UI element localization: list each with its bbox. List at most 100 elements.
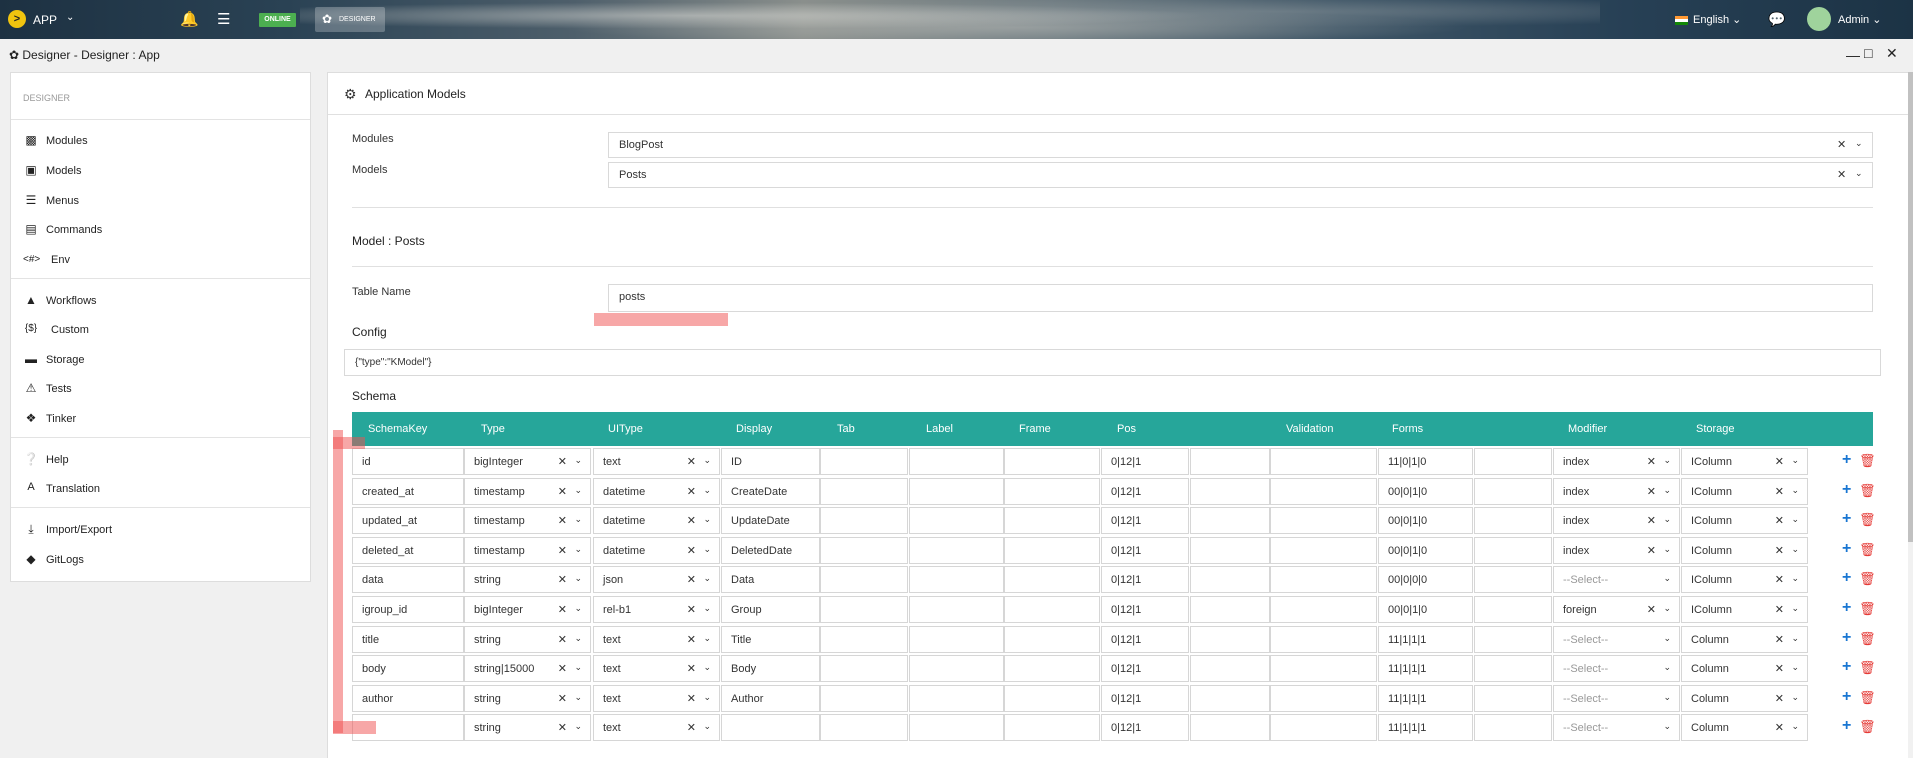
clear-icon[interactable]: ✕ <box>1775 544 1784 557</box>
schema-storage-select[interactable]: Column ✕ ⌄ <box>1681 625 1808 653</box>
chevron-down-icon[interactable]: ⌄ <box>574 514 582 525</box>
schema-key-input[interactable]: created_at <box>352 477 464 505</box>
schema-tab-input[interactable] <box>820 684 908 712</box>
sidebar-item-workflows[interactable]: ▲ Workflows <box>11 289 310 313</box>
schema-tab-input[interactable] <box>820 566 908 594</box>
add-row-icon[interactable]: + <box>1842 717 1851 735</box>
schema-forms2-input[interactable] <box>1474 625 1552 653</box>
list-icon[interactable]: ☰ <box>217 10 230 28</box>
schema-storage-select[interactable]: IColumn ✕ ⌄ <box>1681 596 1808 623</box>
clear-icon[interactable]: ✕ <box>687 603 696 616</box>
schema-display-input[interactable]: DeletedDate <box>721 536 820 564</box>
schema-pos2-input[interactable] <box>1190 507 1270 535</box>
schema-uitype-select[interactable]: json ✕ ⌄ <box>593 566 720 594</box>
clear-icon[interactable]: ✕ <box>1775 721 1784 734</box>
schema-tab-input[interactable] <box>820 477 908 505</box>
trash-icon[interactable]: 🗑 <box>1859 631 1876 647</box>
schema-key-input[interactable]: data <box>352 566 464 594</box>
schema-storage-select[interactable]: IColumn ✕ ⌄ <box>1681 566 1808 594</box>
models-select[interactable]: Posts ✕ ⌄ <box>608 162 1873 188</box>
schema-type-select[interactable]: string ✕ ⌄ <box>464 714 591 742</box>
sidebar-item-tinker[interactable]: ❖ Tinker <box>11 407 310 431</box>
clear-icon[interactable]: ✕ <box>687 455 696 468</box>
schema-forms2-input[interactable] <box>1474 566 1552 594</box>
schema-validation-input[interactable] <box>1270 596 1377 623</box>
schema-display-input[interactable]: Data <box>721 566 820 594</box>
schema-forms2-input[interactable] <box>1474 507 1552 535</box>
schema-forms-input[interactable]: 11|1|1|1 <box>1378 655 1473 683</box>
chevron-down-icon[interactable]: ⌄ <box>1855 138 1863 149</box>
schema-validation-input[interactable] <box>1270 536 1377 564</box>
schema-storage-select[interactable]: IColumn ✕ ⌄ <box>1681 477 1808 505</box>
sidebar-item-tests[interactable]: ⚠ Tests <box>11 377 310 401</box>
chevron-down-icon[interactable]: ⌄ <box>1791 455 1799 466</box>
trash-icon[interactable]: 🗑 <box>1859 483 1876 499</box>
schema-key-input[interactable]: id <box>352 448 464 475</box>
add-row-icon[interactable]: + <box>1842 599 1851 617</box>
chevron-down-icon[interactable]: ⌄ <box>574 633 582 644</box>
chevron-down-icon[interactable]: ⌄ <box>1663 633 1671 644</box>
schema-forms-input[interactable]: 00|0|1|0 <box>1378 477 1473 505</box>
chevron-down-icon[interactable]: ⌄ <box>1663 692 1671 703</box>
schema-display-input[interactable] <box>721 714 820 742</box>
bell-icon[interactable]: 🔔 <box>180 10 199 28</box>
clear-icon[interactable]: ✕ <box>687 544 696 557</box>
sidebar-item-menus[interactable]: ☰ Menus <box>11 189 310 213</box>
schema-pos-input[interactable]: 0|12|1 <box>1101 448 1189 475</box>
chevron-down-icon[interactable]: ⌄ <box>1663 485 1671 496</box>
chevron-down-icon[interactable]: ⌄ <box>1663 662 1671 673</box>
schema-forms2-input[interactable] <box>1474 684 1552 712</box>
schema-uitype-select[interactable]: text ✕ ⌄ <box>593 448 720 475</box>
clear-icon[interactable]: ✕ <box>1775 603 1784 616</box>
add-row-icon[interactable]: + <box>1842 688 1851 706</box>
avatar[interactable] <box>1807 7 1831 31</box>
clear-icon[interactable]: ✕ <box>1775 455 1784 468</box>
language-selector[interactable]: English ⌄ <box>1675 13 1741 26</box>
schema-uitype-select[interactable]: datetime ✕ ⌄ <box>593 536 720 564</box>
schema-forms-input[interactable]: 11|1|1|1 <box>1378 714 1473 742</box>
schema-validation-input[interactable] <box>1270 655 1377 683</box>
schema-modifier-select[interactable]: foreign ✕ ⌄ <box>1553 596 1680 623</box>
schema-forms2-input[interactable] <box>1474 448 1552 475</box>
schema-display-input[interactable]: UpdateDate <box>721 507 820 535</box>
schema-label-input[interactable] <box>909 684 1004 712</box>
clear-icon[interactable]: ✕ <box>558 544 567 557</box>
chevron-down-icon[interactable]: ⌄ <box>703 544 711 555</box>
schema-forms2-input[interactable] <box>1474 596 1552 623</box>
schema-key-input[interactable]: title <box>352 625 464 653</box>
chevron-down-icon[interactable]: ⌄ <box>703 514 711 525</box>
chevron-down-icon[interactable]: ⌄ <box>574 692 582 703</box>
schema-label-input[interactable] <box>909 596 1004 623</box>
schema-tab-input[interactable] <box>820 448 908 475</box>
sidebar-item-modules[interactable]: ▩ Modules <box>11 129 310 153</box>
schema-type-select[interactable]: string ✕ ⌄ <box>464 625 591 653</box>
clear-icon[interactable]: ✕ <box>1647 544 1656 557</box>
modules-select[interactable]: BlogPost ✕ ⌄ <box>608 132 1873 158</box>
sidebar-item-gitlogs[interactable]: ◆ GitLogs <box>11 548 310 572</box>
sidebar-item-env[interactable]: <#> Env <box>11 248 310 272</box>
chevron-down-icon[interactable]: ⌄ <box>703 573 711 584</box>
clear-icon[interactable]: ✕ <box>1775 485 1784 498</box>
schema-pos-input[interactable]: 0|12|1 <box>1101 655 1189 683</box>
clear-icon[interactable]: ✕ <box>1775 573 1784 586</box>
schema-pos2-input[interactable] <box>1190 448 1270 475</box>
maximize-icon[interactable]: □ <box>1864 45 1872 61</box>
clear-icon[interactable]: ✕ <box>558 721 567 734</box>
chevron-down-icon[interactable]: ⌄ <box>574 485 582 496</box>
schema-storage-select[interactable]: IColumn ✕ ⌄ <box>1681 507 1808 535</box>
clear-icon[interactable]: ✕ <box>1837 138 1846 151</box>
schema-frame-input[interactable] <box>1004 714 1100 742</box>
schema-uitype-select[interactable]: text ✕ ⌄ <box>593 625 720 653</box>
clear-icon[interactable]: ✕ <box>558 573 567 586</box>
chevron-down-icon[interactable]: ⌄ <box>703 633 711 644</box>
schema-display-input[interactable]: ID <box>721 448 820 475</box>
chevron-down-icon[interactable]: ⌄ <box>1791 544 1799 555</box>
chevron-down-icon[interactable]: ⌄ <box>1663 514 1671 525</box>
schema-pos-input[interactable]: 0|12|1 <box>1101 566 1189 594</box>
schema-type-select[interactable]: timestamp ✕ ⌄ <box>464 507 591 535</box>
schema-pos2-input[interactable] <box>1190 536 1270 564</box>
sidebar-item-models[interactable]: ▣ Models <box>11 159 310 183</box>
schema-frame-input[interactable] <box>1004 536 1100 564</box>
add-row-icon[interactable]: + <box>1842 629 1851 647</box>
chevron-down-icon[interactable]: ⌄ <box>703 485 711 496</box>
